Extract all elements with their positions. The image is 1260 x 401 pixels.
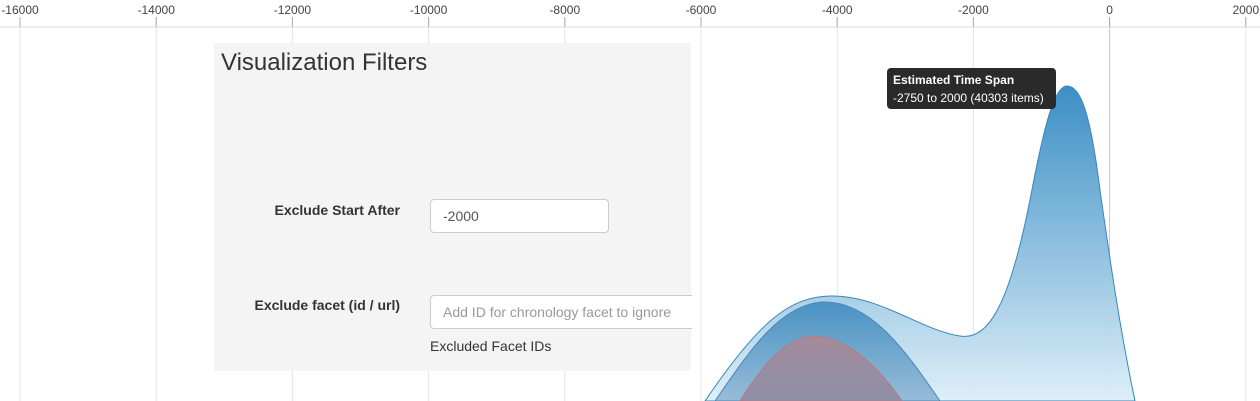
axis-tick-label: -14000 bbox=[138, 3, 176, 17]
axis-tick-label: -2000 bbox=[958, 3, 989, 17]
exclude-start-after-input[interactable] bbox=[430, 199, 609, 233]
exclude-start-after-label: Exclude Start After bbox=[274, 202, 400, 218]
axis-tick-label: -8000 bbox=[549, 3, 580, 17]
excluded-facet-ids-text: Excluded Facet IDs bbox=[430, 338, 552, 354]
axis-tick-label: -10000 bbox=[410, 3, 448, 17]
exclude-facet-label: Exclude facet (id / url) bbox=[254, 297, 400, 313]
axis-tick-label: -12000 bbox=[274, 3, 312, 17]
tooltip-body: -2750 to 2000 (40303 items) bbox=[893, 91, 1044, 105]
tooltip-title: Estimated Time Span bbox=[893, 73, 1015, 87]
axis-tick-label: -6000 bbox=[686, 3, 717, 17]
exclude-facet-input[interactable] bbox=[430, 295, 692, 329]
axis-tick-label: 2000 bbox=[1232, 3, 1259, 17]
axis-tick-label: -4000 bbox=[822, 3, 853, 17]
visualization-filters-panel: Visualization Filters Exclude Start Afte… bbox=[214, 43, 692, 371]
panel-title: Visualization Filters bbox=[221, 49, 428, 76]
time-span-tooltip: Estimated Time Span -2750 to 2000 (40303… bbox=[887, 68, 1056, 109]
time-axis-labels: -16000 -14000 -12000 -10000 -8000 -6000 -4000 -… bbox=[1, 3, 1259, 17]
axis-tick-label: -16000 bbox=[1, 3, 39, 17]
axis-tick-label: 0 bbox=[1106, 3, 1113, 17]
